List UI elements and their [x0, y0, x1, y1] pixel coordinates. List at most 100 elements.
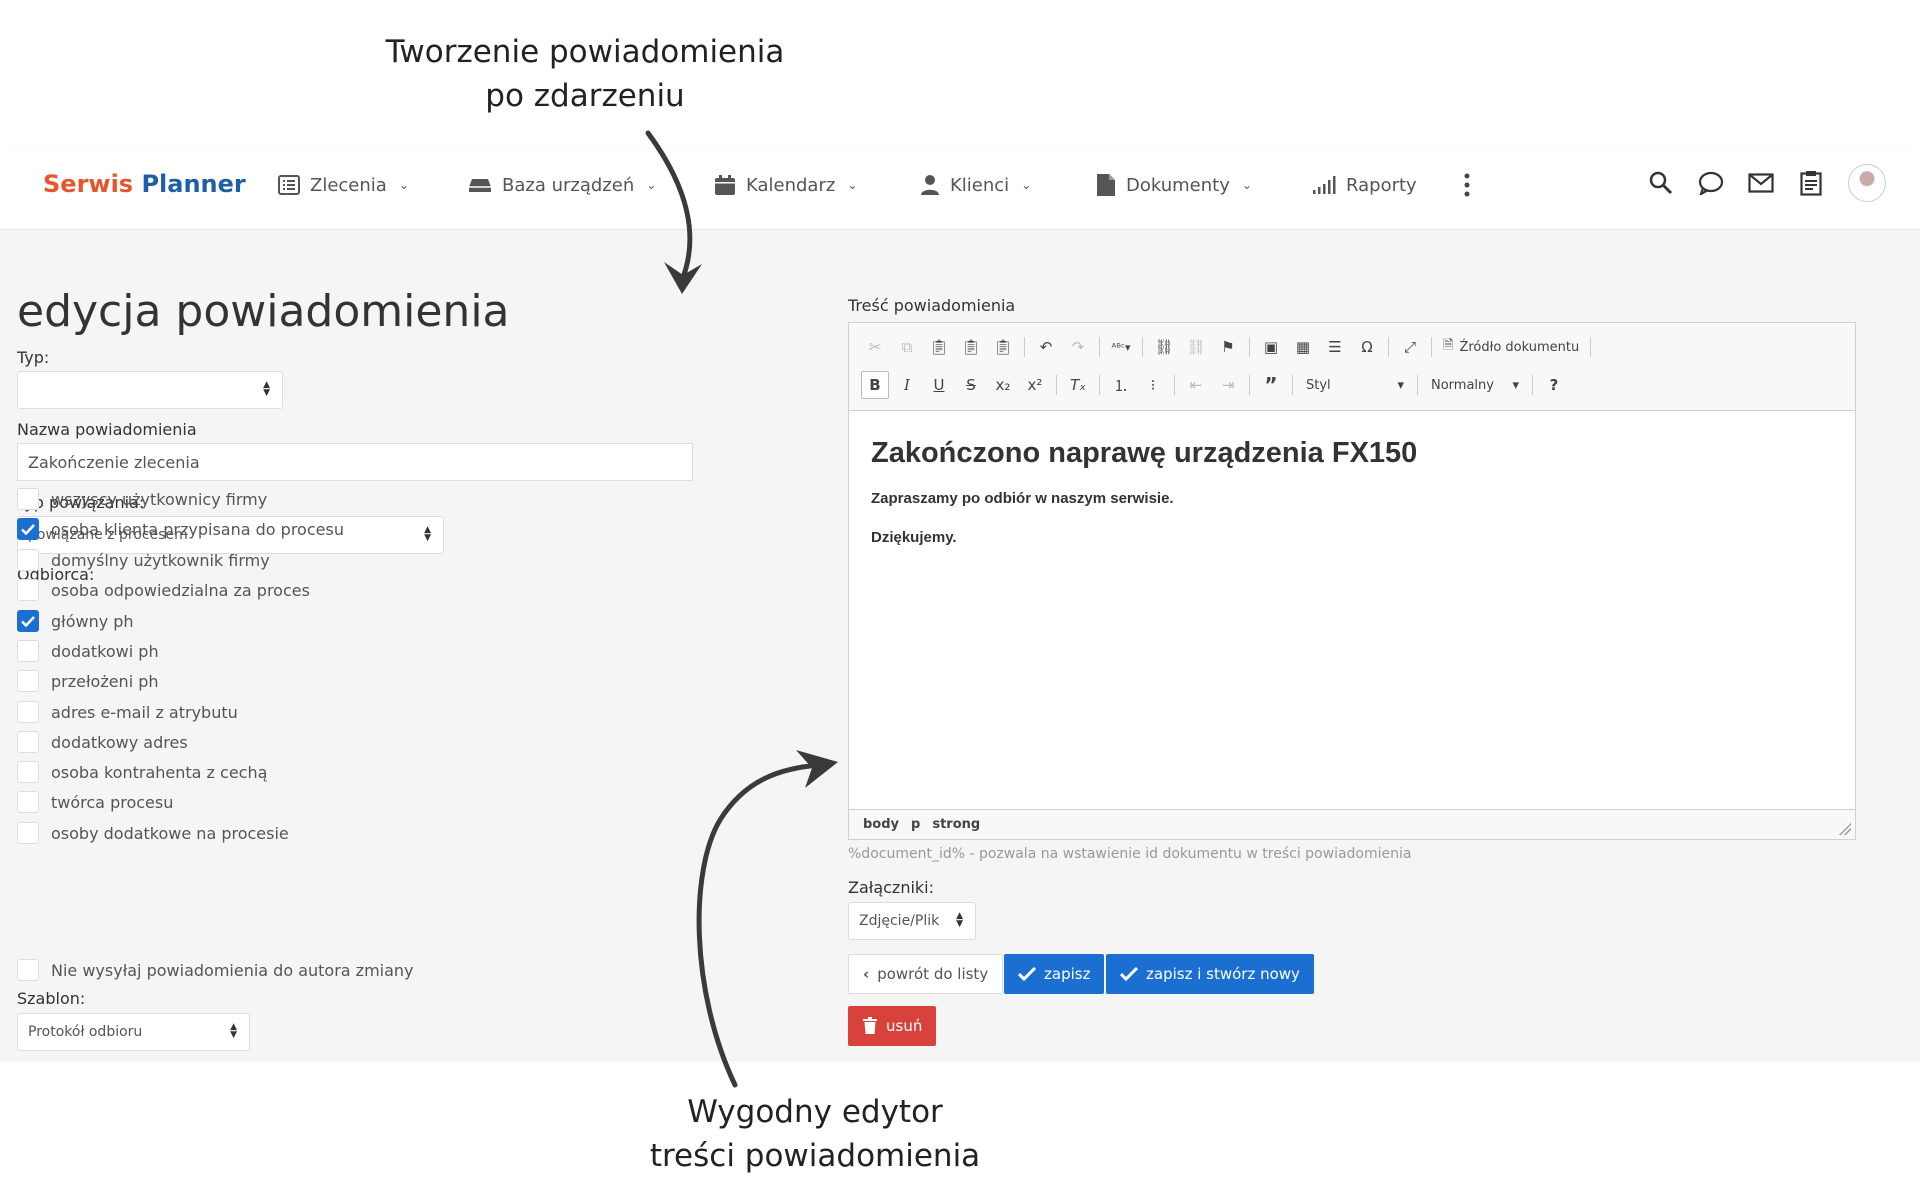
recipient-checkbox[interactable] — [17, 488, 39, 510]
recipient-checkbox[interactable] — [17, 791, 39, 813]
recipient-checkbox[interactable] — [17, 822, 39, 844]
nav-label-zlecenia: Zlecenia — [310, 174, 387, 196]
chevron-down-icon: ⌄ — [1241, 178, 1252, 192]
superscript-button[interactable]: x² — [1021, 371, 1049, 399]
recipient-checkbox-row[interactable]: adres e-mail z atrybutu — [17, 700, 238, 724]
recipient-checkbox-row[interactable]: główny ph — [17, 609, 134, 633]
help-icon[interactable]: ? — [1540, 371, 1568, 399]
chevron-down-icon: ⌄ — [646, 178, 657, 192]
more-menu-icon[interactable] — [1452, 170, 1482, 200]
nav-item-klienci[interactable]: Klienci ⌄ — [920, 170, 1031, 200]
typ-select[interactable]: ▲ ▼ — [17, 371, 283, 409]
recipient-checkbox-row[interactable]: domyślny użytkownik firmy — [17, 548, 270, 572]
recipient-checkbox[interactable] — [17, 579, 39, 601]
select-arrows-icon: ▲ ▼ — [230, 1022, 237, 1040]
calendar-icon — [715, 175, 735, 195]
spellcheck-icon[interactable]: ᴬᴮᶜ▾ — [1107, 333, 1135, 361]
recipient-checkbox[interactable] — [17, 670, 39, 692]
recipient-checkbox-row[interactable]: osoby dodatkowe na procesie — [17, 821, 289, 845]
search-icon[interactable] — [1646, 168, 1676, 198]
recipient-checkbox-row[interactable]: osoba kontrahenta z cechą — [17, 760, 267, 784]
table-icon[interactable]: ▦ — [1289, 333, 1317, 361]
recipient-checkbox[interactable] — [17, 701, 39, 723]
subscript-button[interactable]: x₂ — [989, 371, 1017, 399]
no-author-checkbox-row[interactable]: Nie wysyłaj powiadomienia do autora zmia… — [17, 958, 414, 982]
bulleted-list-icon[interactable]: ⁝ — [1139, 371, 1167, 399]
italic-button[interactable]: I — [893, 371, 921, 399]
indent-icon[interactable]: ⇥ — [1214, 371, 1242, 399]
clipboard-icon[interactable] — [1796, 168, 1826, 198]
recipient-checkbox-row[interactable]: wszyscy użytkownicy firmy — [17, 487, 267, 511]
recipient-checkbox[interactable] — [17, 640, 39, 662]
list-icon — [278, 175, 300, 195]
mail-icon[interactable] — [1746, 168, 1776, 198]
paste-word-icon[interactable]: 📋︎ — [989, 333, 1017, 361]
chat-icon[interactable] — [1696, 168, 1726, 198]
save-button[interactable]: zapisz — [1004, 954, 1105, 994]
editor-paragraph-2: Dziękujemy. — [871, 529, 957, 546]
outdent-icon[interactable]: ⇤ — [1182, 371, 1210, 399]
paste-text-icon[interactable]: 📋︎ — [957, 333, 985, 361]
editor-content-area[interactable]: Zakończono naprawę urządzenia FX150 Zapr… — [849, 411, 1855, 803]
redo-icon[interactable]: ↷ — [1064, 333, 1092, 361]
source-button[interactable]: 🗎︎ Źródło dokumentu — [1439, 333, 1583, 361]
resize-handle-icon[interactable] — [1839, 823, 1851, 835]
recipient-checkbox[interactable] — [17, 761, 39, 783]
recipient-checkbox-row[interactable]: dodatkowy adres — [17, 730, 188, 754]
no-author-checkbox[interactable] — [17, 959, 39, 981]
unlink-icon[interactable]: ⛓ — [1182, 333, 1210, 361]
maximize-icon[interactable]: ⤢ — [1396, 333, 1424, 361]
paste-icon[interactable]: 📋︎ — [925, 333, 953, 361]
avatar[interactable] — [1848, 164, 1886, 202]
recipient-checkbox-row[interactable]: osoba klienta przypisana do procesu — [17, 517, 344, 541]
remove-format-icon[interactable]: Tₓ — [1064, 371, 1092, 399]
back-to-list-button[interactable]: ‹ powrót do listy — [848, 954, 1004, 994]
delete-button[interactable]: usuń — [848, 1006, 937, 1046]
bold-button[interactable]: B — [861, 371, 889, 399]
undo-icon[interactable]: ↶ — [1032, 333, 1060, 361]
strikethrough-button[interactable]: S — [957, 371, 985, 399]
nav-item-raporty[interactable]: Raporty — [1312, 170, 1417, 200]
format-combo[interactable]: Normalny ▾ — [1425, 372, 1525, 398]
recipient-checkbox[interactable] — [17, 731, 39, 753]
toolbar-separator — [1142, 337, 1143, 357]
recipient-label: osoba odpowiedzialna za proces — [51, 580, 310, 600]
numbered-list-icon[interactable]: ⒈ — [1107, 371, 1135, 399]
special-char-icon[interactable]: Ω — [1353, 333, 1381, 361]
save-and-new-button[interactable]: zapisz i stwórz nowy — [1106, 954, 1314, 994]
link-icon[interactable]: ⛓ — [1150, 333, 1178, 361]
chevron-down-icon: ⌄ — [398, 178, 409, 192]
annotation-bottom: Wygodny edytor treści powiadomienia — [600, 1090, 1030, 1178]
nav-item-dokumenty[interactable]: Dokumenty ⌄ — [1096, 170, 1252, 200]
nav-item-kalendarz[interactable]: Kalendarz ⌄ — [714, 170, 857, 200]
recipient-checkbox[interactable] — [17, 610, 39, 632]
recipient-checkbox-row[interactable]: dodatkowi ph — [17, 639, 159, 663]
attachments-select[interactable]: Zdjęcie/Plik ▲ ▼ — [848, 902, 976, 940]
logo[interactable]: Serwis Planner — [43, 170, 246, 198]
recipient-checkbox-row[interactable]: twórca procesu — [17, 790, 173, 814]
path-item-strong[interactable]: strong — [932, 817, 980, 832]
nav-item-zlecenia[interactable]: Zlecenia ⌄ — [278, 170, 409, 200]
toolbar-separator — [1024, 337, 1025, 357]
copy-icon[interactable]: ⧉ — [893, 333, 921, 361]
path-item-body[interactable]: body — [863, 817, 899, 832]
style-combo[interactable]: Styl ▾ — [1300, 372, 1410, 398]
recipient-checkbox[interactable] — [17, 549, 39, 571]
recipient-checkbox-row[interactable]: przełożeni ph — [17, 669, 159, 693]
nazwa-input[interactable]: Zakończenie zlecenia — [17, 443, 693, 481]
attachments-select-value: Zdjęcie/Plik — [859, 913, 940, 929]
underline-button[interactable]: U — [925, 371, 953, 399]
blockquote-icon[interactable]: ” — [1257, 371, 1285, 399]
nav-label-dokumenty: Dokumenty — [1126, 174, 1230, 196]
toolbar-separator — [1249, 375, 1250, 395]
path-item-p[interactable]: p — [911, 817, 920, 832]
szablon-select[interactable]: Protokół odbioru ▲ ▼ — [17, 1013, 250, 1051]
recipient-checkbox-row[interactable]: osoba odpowiedzialna za proces — [17, 578, 310, 602]
nav-item-baza-urzadzen[interactable]: Baza urządzeń ⌄ — [468, 170, 656, 200]
recipient-label: osoba klienta przypisana do procesu — [51, 519, 344, 539]
cut-icon[interactable]: ✂ — [861, 333, 889, 361]
image-icon[interactable]: ▣ — [1257, 333, 1285, 361]
recipient-checkbox[interactable] — [17, 518, 39, 540]
horizontal-line-icon[interactable]: ☰ — [1321, 333, 1349, 361]
anchor-flag-icon[interactable]: ⚑ — [1214, 333, 1242, 361]
